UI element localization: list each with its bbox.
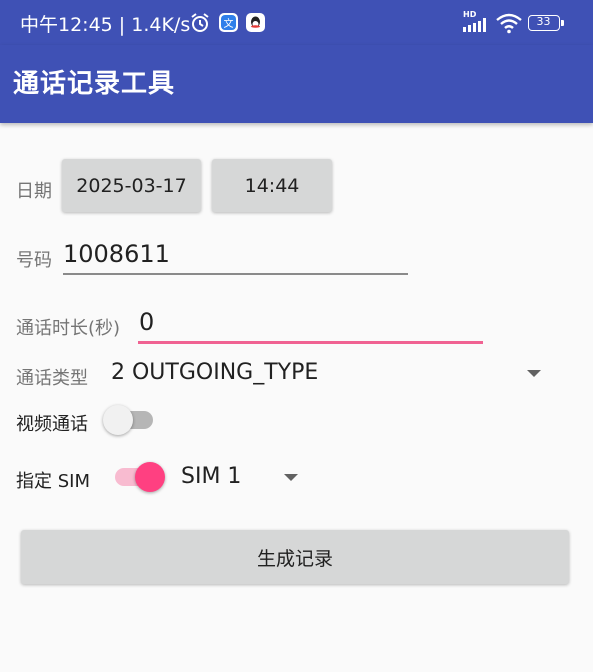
- app-title: 通话记录工具: [13, 69, 176, 99]
- sim-spinner[interactable]: SIM 1: [181, 464, 241, 489]
- video-call-switch-thumb[interactable]: [103, 405, 133, 435]
- date-label: 日期: [16, 181, 52, 202]
- number-label: 号码: [16, 250, 52, 271]
- generate-record-button[interactable]: 生成记录: [21, 530, 569, 584]
- number-input[interactable]: 1008611: [63, 240, 170, 268]
- number-input-underline: [63, 273, 408, 275]
- sim-dropdown-icon[interactable]: [284, 474, 298, 481]
- sim-switch-thumb[interactable]: [135, 462, 165, 492]
- battery-icon: 33: [528, 15, 560, 31]
- duration-input-underline: [138, 341, 483, 344]
- app-bar: 通话记录工具: [0, 45, 593, 123]
- cellular-signal-icon: [463, 18, 486, 32]
- wifi-icon: [496, 13, 522, 34]
- status-bar: 中午12:45 | 1.4K/s 文 HD 33: [0, 0, 593, 45]
- duration-label: 通话时长(秒): [16, 318, 121, 339]
- translate-app-icon: 文: [219, 13, 238, 32]
- battery-level: 33: [536, 15, 551, 28]
- alarm-icon: [191, 13, 209, 32]
- sim-label: 指定 SIM: [16, 471, 90, 492]
- qq-app-icon: [246, 13, 265, 32]
- battery-tip: [561, 20, 564, 26]
- video-call-label: 视频通话: [16, 414, 88, 435]
- duration-input[interactable]: 0: [139, 308, 154, 336]
- svg-text:文: 文: [224, 17, 234, 30]
- date-picker-button[interactable]: 2025-03-17: [62, 159, 201, 212]
- call-type-label: 通话类型: [16, 368, 88, 389]
- status-time-speed: 中午12:45 | 1.4K/s: [20, 14, 191, 36]
- time-picker-button[interactable]: 14:44: [212, 159, 332, 212]
- call-type-spinner[interactable]: 2 OUTGOING_TYPE: [111, 360, 318, 385]
- call-type-dropdown-icon[interactable]: [527, 370, 541, 377]
